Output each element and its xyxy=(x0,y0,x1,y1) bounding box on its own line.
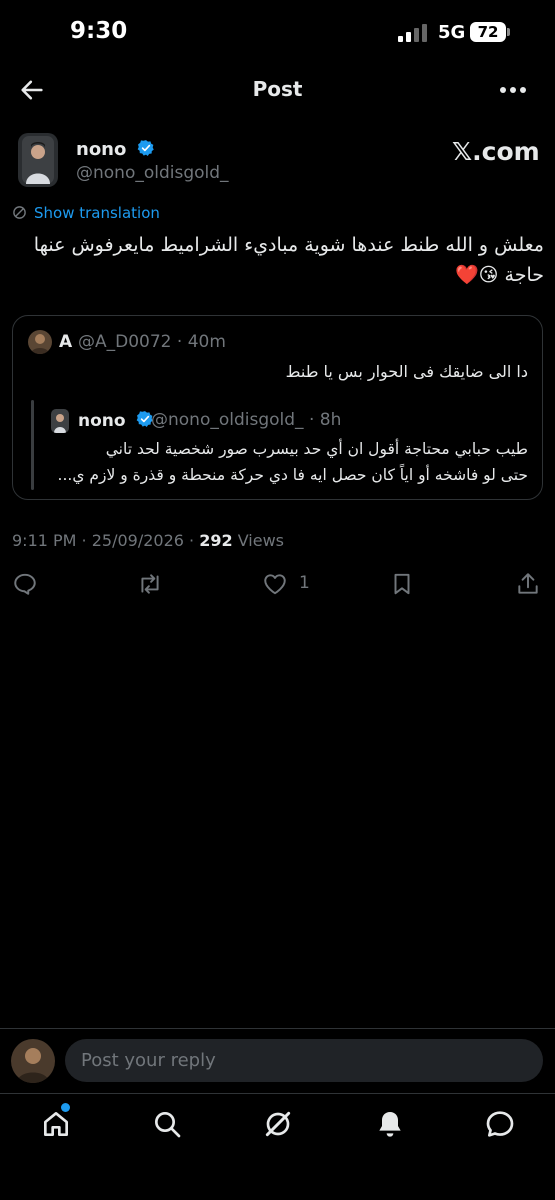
nested-quote-bar xyxy=(31,400,34,490)
views-count[interactable]: 292 xyxy=(199,531,232,550)
author-avatar[interactable] xyxy=(18,133,58,187)
author-name[interactable]: nono xyxy=(76,139,155,160)
nested-quote-avatar xyxy=(51,409,69,433)
quote-text: دا الى ضايقك فى الحوار بس يا طنط xyxy=(285,362,528,381)
verified-icon xyxy=(137,140,154,156)
signal-icon xyxy=(398,24,428,42)
like-icon[interactable] xyxy=(262,571,288,597)
reply-divider xyxy=(0,1028,555,1029)
user-avatar[interactable] xyxy=(11,1039,55,1083)
post-text: معلش و الله طنط عندها شوية مباديء الشرام… xyxy=(33,234,544,286)
messages-icon[interactable] xyxy=(484,1108,516,1140)
views-label: Views xyxy=(232,531,284,550)
repost-icon[interactable] xyxy=(137,571,163,597)
notifications-icon[interactable] xyxy=(374,1108,406,1140)
author-handle[interactable]: @nono_oldisgold_ xyxy=(76,163,229,183)
quote-author-name: A xyxy=(59,332,73,352)
nested-quote-author-name: nono xyxy=(78,411,126,431)
watermark-logo: 𝕏.com xyxy=(452,137,540,166)
reply-icon[interactable] xyxy=(12,571,38,597)
nested-quote-text: طيب حبابي محتاجة أقول ان أي حد بيسرب صور… xyxy=(48,436,528,488)
nested-quote-author: nono xyxy=(78,410,154,431)
page-title: Post xyxy=(252,77,303,101)
more-icon[interactable] xyxy=(496,76,530,104)
grok-icon[interactable] xyxy=(262,1108,294,1140)
bookmark-icon[interactable] xyxy=(389,571,415,597)
nested-quote-line-1: طيب حبابي محتاجة أقول ان أي حد بيسرب صور… xyxy=(105,440,528,458)
notification-dot xyxy=(61,1103,70,1112)
nested-quote-handle: @nono_oldisgold_ · 8h xyxy=(151,410,342,430)
author-name-text[interactable]: nono xyxy=(76,139,126,160)
nav-divider xyxy=(0,1093,555,1094)
quote-avatar[interactable] xyxy=(28,330,52,354)
reply-input[interactable] xyxy=(65,1039,543,1082)
home-icon[interactable] xyxy=(40,1108,72,1140)
status-time: 9:30 xyxy=(70,18,128,44)
quote-author-handle: @A_D0072 · 40m xyxy=(78,332,226,352)
like-count: 1 xyxy=(299,573,310,593)
show-translation-link[interactable]: Show translation xyxy=(34,204,160,222)
share-icon[interactable] xyxy=(515,571,541,597)
network-type: 5G xyxy=(438,22,466,43)
nested-quote-line-2: حتى لو فاشخه أو اياً كان حصل ايه فا دي ح… xyxy=(57,466,528,484)
post-meta: 9:11 PM · 25/09/2026 · 292 Views xyxy=(12,531,284,550)
search-icon[interactable] xyxy=(151,1108,183,1140)
battery-nub xyxy=(507,28,510,36)
translate-icon xyxy=(13,206,26,219)
battery-indicator: 72 xyxy=(470,22,506,42)
post-timestamp: 9:11 PM · 25/09/2026 · xyxy=(12,531,200,550)
